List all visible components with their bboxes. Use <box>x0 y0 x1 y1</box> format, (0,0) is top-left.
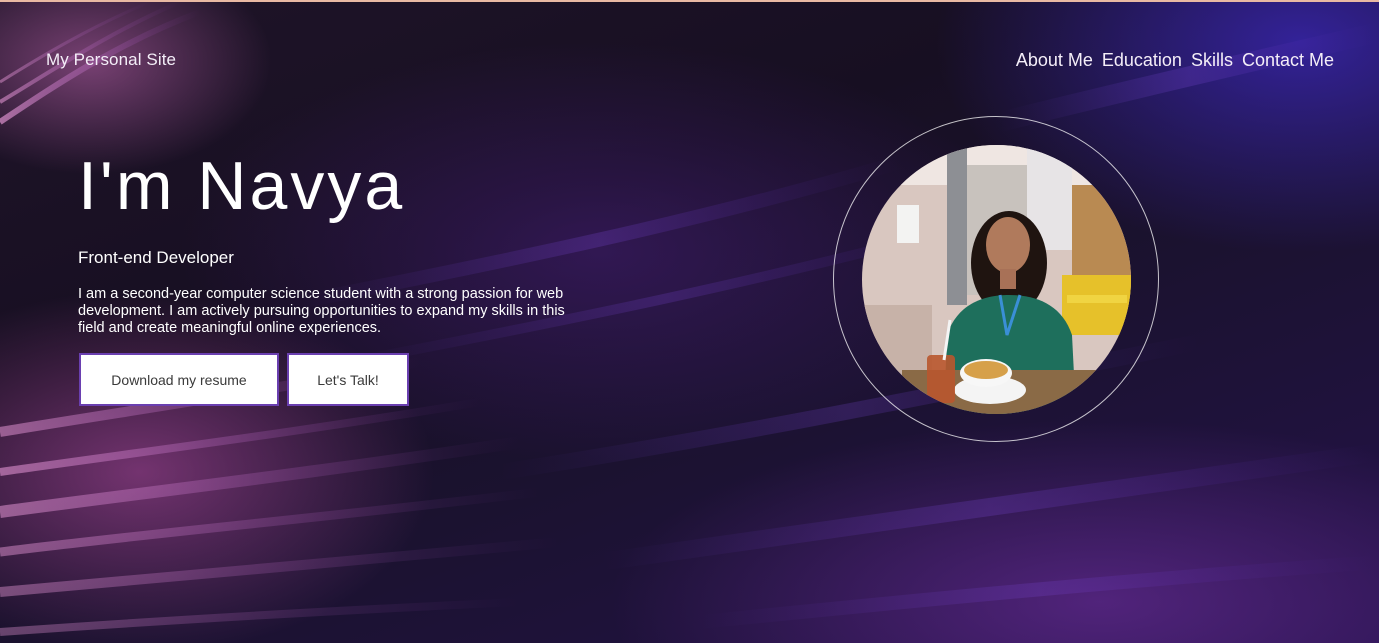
hero-buttons: Download my resume Let's Talk! <box>79 353 409 406</box>
intro-block: I'm Navya Front-end Developer I am a sec… <box>78 144 598 337</box>
site-brand[interactable]: My Personal Site <box>46 50 176 70</box>
hero-section: My Personal Site About Me Education Skil… <box>0 0 1379 643</box>
download-resume-button[interactable]: Download my resume <box>79 353 279 406</box>
nav-item-contact-me[interactable]: Contact Me <box>1242 50 1334 71</box>
hero-description: I am a second-year computer science stud… <box>78 286 565 336</box>
hero-role: Front-end Developer <box>78 248 234 267</box>
nav-item-skills[interactable]: Skills <box>1191 50 1233 71</box>
profile-photo <box>862 145 1131 414</box>
hero-heading: I'm Navya <box>78 148 406 224</box>
nav-item-education[interactable]: Education <box>1102 50 1182 71</box>
lets-talk-button[interactable]: Let's Talk! <box>287 353 409 406</box>
nav-item-about-me[interactable]: About Me <box>1016 50 1093 71</box>
main-nav: About Me Education Skills Contact Me <box>1016 50 1334 71</box>
